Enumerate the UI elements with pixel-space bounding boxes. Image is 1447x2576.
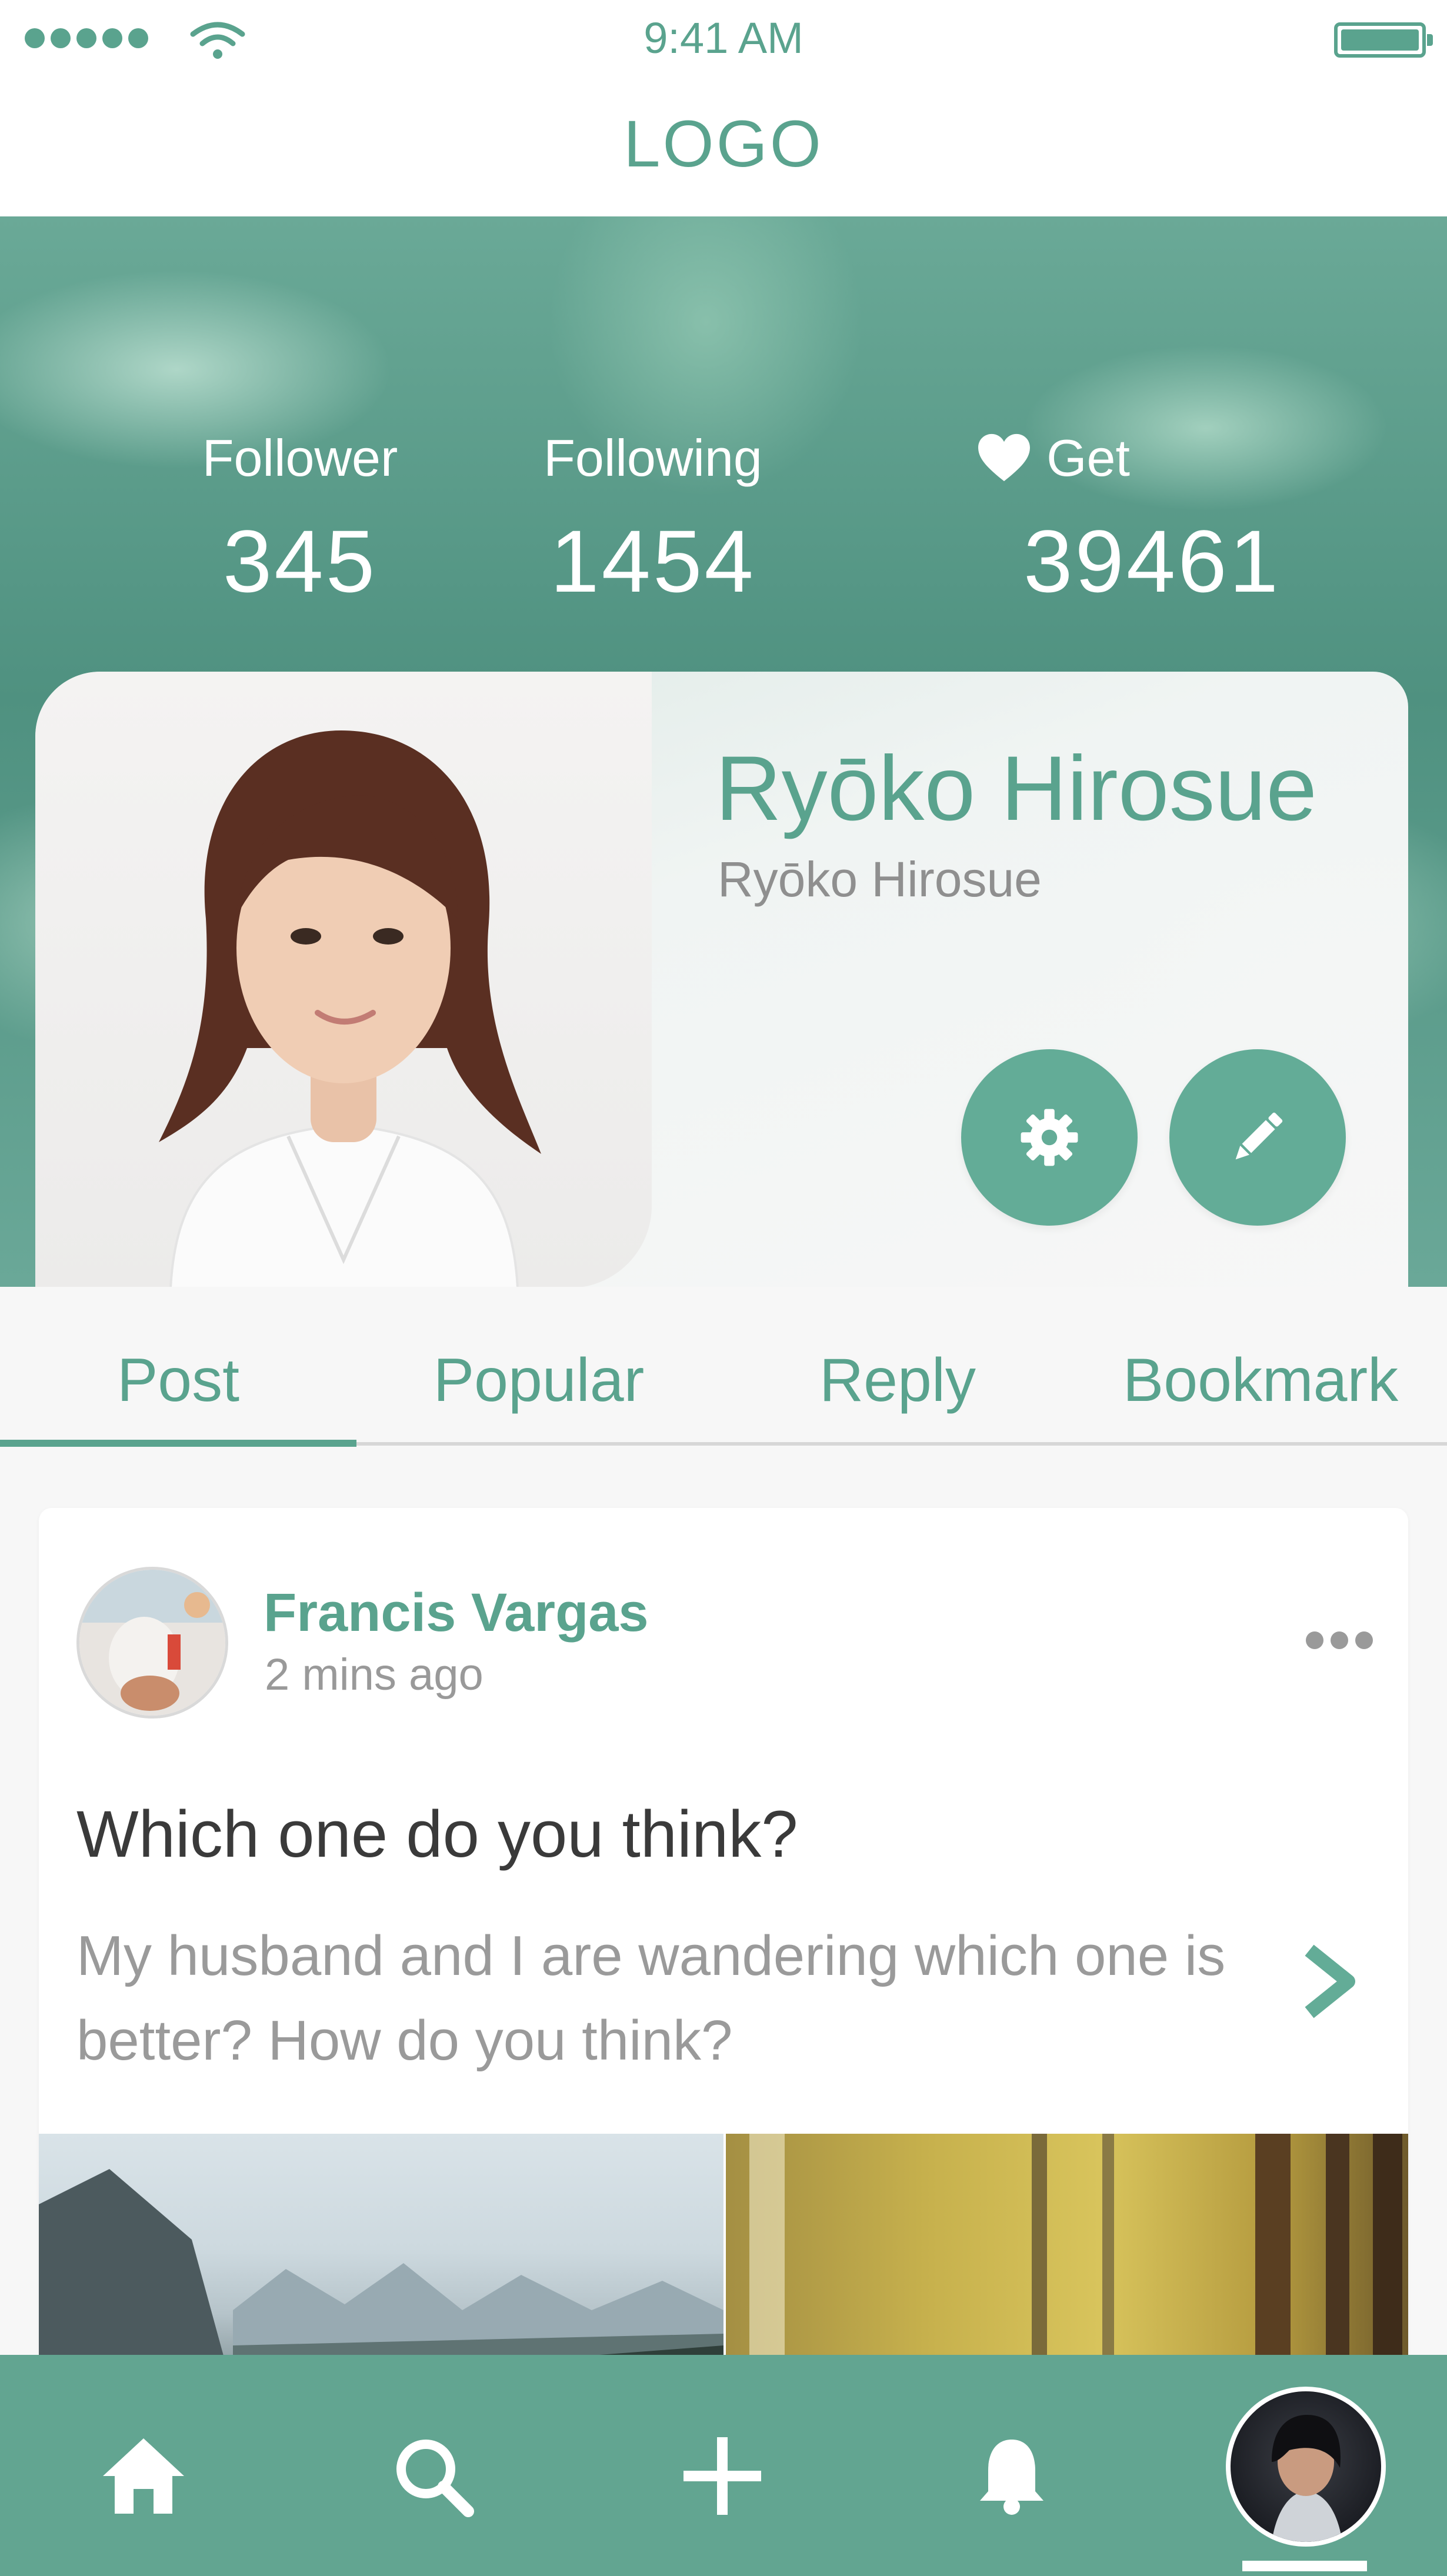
tab-bookmark[interactable]: Bookmark [1074,1346,1447,1416]
nav-search-button[interactable] [386,2429,480,2523]
profile-tabs: Post Popular Reply Bookmark [0,1287,1447,1447]
more-options-icon[interactable] [1306,1631,1373,1649]
post-image-mountains[interactable] [39,2134,724,2390]
likes-count: 39461 [1023,512,1281,610]
search-icon [396,2440,474,2517]
add-icon [684,2437,761,2515]
post-author-name[interactable]: Francis Vargas [264,1582,649,1644]
heart-icon [978,433,1031,482]
active-tab-indicator [0,1440,356,1447]
post-body: My husband and I are wandering which one… [76,1924,1226,2072]
bell-icon [980,2440,1043,2515]
home-indicator [1242,2561,1367,2571]
pencil-icon [1235,1112,1283,1160]
follower-stat[interactable]: Follower 345 [176,428,424,612]
post-image-forest[interactable] [726,2134,1408,2390]
nav-add-button[interactable] [675,2429,769,2523]
profile-card: Ryōko Hirosue Ryōko Hirosue [35,672,1408,1288]
post-author-avatar[interactable] [76,1567,228,1719]
forest-image [749,2134,1402,2390]
following-stat[interactable]: Following 1454 [518,428,788,612]
chevron-right-icon[interactable] [1296,1943,1361,2020]
bottom-navigation [0,2355,1447,2576]
likes-label: Get [1046,429,1130,487]
status-time: 9:41 AM [644,14,803,62]
post-timestamp: 2 mins ago [265,1650,484,1700]
follower-label: Follower [202,429,398,487]
likes-stat[interactable]: Get 39461 [918,428,1281,612]
post-card[interactable]: Francis Vargas 2 mins ago Which one do y… [39,1508,1408,2390]
following-label: Following [544,429,762,487]
profile-username: Ryōko Hirosue [718,852,1042,907]
following-count: 1454 [550,512,756,610]
profile-name: Ryōko Hirosue [715,738,1318,840]
edit-profile-button[interactable] [1169,1049,1346,1226]
tab-popular[interactable]: Popular [356,1346,721,1416]
nav-home-button[interactable] [96,2429,191,2523]
mountain-landscape-image [39,2169,724,2390]
nav-notifications-button[interactable] [965,2429,1059,2523]
post-title: Which one do you think? [76,1797,798,1871]
nav-profile-avatar[interactable] [1226,2387,1386,2547]
settings-button[interactable] [961,1049,1138,1226]
follower-count: 345 [222,512,378,610]
tab-post[interactable]: Post [0,1346,356,1416]
avatar-image [79,1570,225,1716]
home-icon [103,2438,184,2514]
status-bar: 9:41 AM [0,0,1447,82]
battery-icon [1334,22,1433,58]
gear-icon [1021,1109,1078,1166]
profile-photo [35,672,652,1288]
profile-avatar-image [1272,2415,1342,2542]
profile-photo-illustration [159,730,541,1288]
tab-reply[interactable]: Reply [721,1346,1074,1416]
app-header: LOGO [0,82,1447,216]
app-logo: LOGO [624,107,823,181]
